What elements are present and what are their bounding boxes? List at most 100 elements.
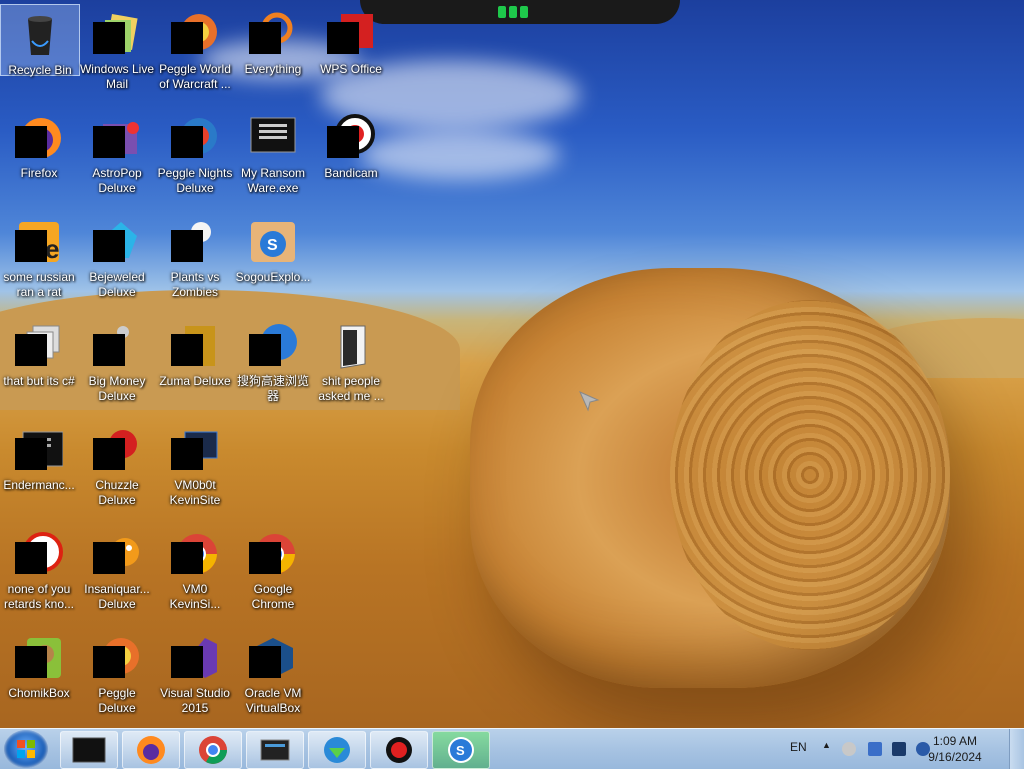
desktop-icon-label: Recycle Bin — [8, 63, 72, 77]
desktop-icon-label: Peggle Deluxe — [98, 686, 136, 715]
taskbar-item-chrome[interactable] — [184, 731, 242, 769]
redaction-box — [93, 22, 125, 54]
chomikbox-icon — [15, 634, 63, 682]
desktop-icon-wps-office[interactable]: WPS Office — [312, 4, 390, 77]
executable-icon — [171, 426, 219, 474]
desktop-icon-chomikbox[interactable]: ChomikBox — [0, 628, 78, 701]
desktop-icon-oracle-vm-virtualbox[interactable]: Oracle VM VirtualBox — [234, 628, 312, 716]
tray-app-icon[interactable] — [868, 742, 882, 756]
show-desktop-button[interactable] — [1009, 729, 1024, 769]
desktop-icon-label: Endermanc... — [3, 478, 75, 492]
redaction-box — [15, 438, 47, 470]
taskbar-item-firefox[interactable] — [122, 731, 180, 769]
show-hidden-icons-chevron-icon[interactable]: ▲ — [822, 740, 831, 780]
gem-icon — [93, 218, 141, 266]
desktop-icon-label: Plants vs Zombies — [170, 270, 220, 299]
taskbar-item-explorer[interactable] — [246, 731, 304, 769]
redaction-box — [93, 230, 125, 262]
desktop-icon-plants-vs-zombies[interactable]: Plants vs Zombies — [156, 212, 234, 300]
network-icon[interactable] — [842, 742, 856, 756]
window-icon — [260, 739, 290, 761]
desktop-icon-zuma-deluxe[interactable]: Zuma Deluxe — [156, 316, 234, 389]
chrome-icon — [199, 736, 227, 764]
peggle-icon — [171, 10, 219, 58]
desktop-icon-everything[interactable]: Everything — [234, 4, 312, 77]
game-icon — [93, 114, 141, 162]
redaction-box — [15, 334, 47, 366]
cursor-icon — [579, 391, 600, 412]
chrome-icon — [171, 530, 219, 578]
desktop-icon-sogouexplorer[interactable]: S SogouExplo... — [234, 212, 312, 285]
desktop-icon-some-russian[interactable]: e some russian ran a rat — [0, 212, 78, 300]
redaction-box — [249, 22, 281, 54]
taskbar-item-terminal[interactable] — [60, 731, 118, 769]
desktop-icon-windows-live-mail[interactable]: Windows Live Mail — [78, 4, 156, 92]
cloud — [360, 130, 560, 180]
browser-icon: S — [448, 737, 474, 763]
desktop-icon-peggle-world-of-warcraft[interactable]: Peggle World of Warcraft ... — [156, 4, 234, 92]
desktop-icon-label: 搜狗高速浏览 器 — [236, 374, 309, 403]
desktop-icon-label: Big Money Deluxe — [88, 374, 146, 403]
game-icon — [93, 426, 141, 474]
redaction-box — [171, 334, 203, 366]
desktop-icon-insaniquarium[interactable]: Insaniquar... Deluxe — [78, 524, 156, 612]
svg-text:S: S — [267, 237, 278, 254]
language-indicator[interactable]: EN — [790, 740, 807, 780]
desktop-icon-label: ChomikBox — [8, 686, 70, 700]
desktop-icon-shit-people-asked-me[interactable]: shit people asked me ... — [312, 316, 390, 404]
taskbar-item-bandicam[interactable] — [370, 731, 428, 769]
hay-bale-face — [670, 300, 950, 650]
desktop-icon-big-money[interactable]: Big Money Deluxe — [78, 316, 156, 404]
desktop-icon-label: Oracle VM VirtualBox — [244, 686, 302, 715]
visual-studio-icon — [171, 634, 219, 682]
desktop-icon-chuzzle[interactable]: Chuzzle Deluxe — [78, 420, 156, 508]
desktop-icon-label: Google Chrome — [251, 582, 295, 611]
clock-date: 9/16/2024 — [928, 750, 982, 764]
desktop-icon-my-ransomware[interactable]: My Ransom Ware.exe — [234, 108, 312, 196]
desktop-icon-google-chrome[interactable]: Google Chrome — [234, 524, 312, 612]
desktop-icon-peggle-deluxe[interactable]: Peggle Deluxe — [78, 628, 156, 716]
game-icon — [171, 114, 219, 162]
desktop-icon-endermanch[interactable]: Endermanc... — [0, 420, 78, 493]
desktop-icon-label: Peggle World of Warcraft ... — [159, 62, 231, 91]
redaction-box — [327, 22, 359, 54]
firefox-icon — [137, 736, 165, 764]
desktop-icon-visual-studio-2015[interactable]: Visual Studio 2015 — [156, 628, 234, 716]
desktop-icon-sogou-browser[interactable]: 搜狗高速浏览 器 — [234, 316, 312, 404]
desktop-icon-firefox[interactable]: Firefox — [0, 108, 78, 181]
desktop-icon-that-but-its-csharp[interactable]: that but its c# — [0, 316, 78, 389]
redaction-box — [15, 646, 47, 678]
taskbar-item-sogou[interactable]: S — [432, 731, 490, 769]
clock-time: 1:09 AM — [932, 734, 978, 748]
redaction-box — [249, 334, 281, 366]
desktop-icon-astropop[interactable]: AstroPop Deluxe — [78, 108, 156, 196]
executable-icon — [249, 114, 297, 162]
redaction-box — [15, 542, 47, 574]
desktop-icon-none-of-you[interactable]: none of you retards kno... — [0, 524, 78, 612]
desktop-icon-label: SogouExplo... — [235, 270, 311, 284]
redaction-box — [93, 126, 125, 158]
desktop-icon-bejeweled[interactable]: Bejeweled Deluxe — [78, 212, 156, 300]
desktop-icon-vm0-kevinsite[interactable]: VM0 KevinSi... — [156, 524, 234, 612]
display-icon[interactable] — [892, 742, 906, 756]
desktop-icon-label: Insaniquar... Deluxe — [84, 582, 150, 611]
desktop-icon-label: Windows Live Mail — [79, 62, 155, 91]
redaction-box — [171, 230, 203, 262]
desktop-icon-label: WPS Office — [320, 62, 382, 76]
desktop-icon-vm0b0t-kevinsite[interactable]: VM0b0t KevinSite — [156, 420, 234, 508]
system-clock[interactable]: 1:09 AM 9/16/2024 — [920, 733, 990, 765]
redaction-box — [171, 22, 203, 54]
desktop-icon-label: Firefox — [20, 166, 58, 180]
desktop-icon-label: VM0b0t KevinSite — [169, 478, 221, 507]
firefox-icon — [15, 114, 63, 162]
desktop-icon-peggle-nights[interactable]: Peggle Nights Deluxe — [156, 108, 234, 196]
wps-office-icon — [327, 10, 375, 58]
desktop-icon-recycle-bin[interactable]: Recycle Bin — [0, 4, 80, 77]
taskbar-item-idm[interactable] — [308, 731, 366, 769]
desktop-icon-bandicam[interactable]: Bandicam — [312, 108, 390, 181]
record-icon — [327, 114, 375, 162]
record-icon — [386, 737, 412, 763]
redaction-box — [15, 126, 47, 158]
start-button[interactable] — [4, 730, 48, 768]
desktop-icon-label: Chuzzle Deluxe — [95, 478, 139, 507]
